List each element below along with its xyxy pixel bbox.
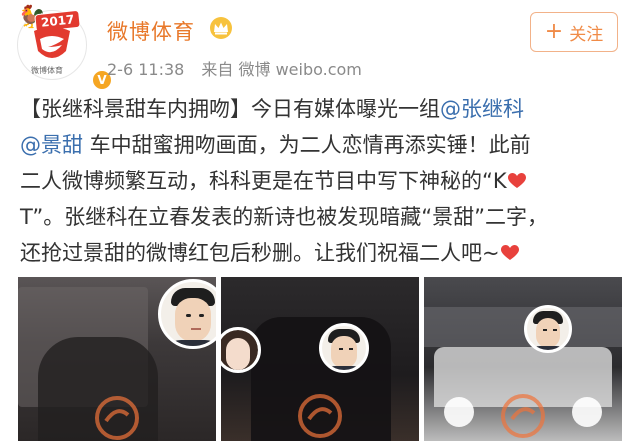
post-timestamp: 2-6 11:38 bbox=[107, 60, 185, 79]
weibo-watermark-icon bbox=[501, 394, 545, 438]
post-meta: 2-6 11:38 来自 微博 weibo.com bbox=[107, 56, 362, 80]
weibo-watermark-icon bbox=[95, 396, 139, 440]
post-line-1: 【张继科景甜车内拥吻】今日有媒体曝光一组 bbox=[20, 97, 440, 121]
post-header: 🐓 2017 微博体育 V 微博体育 2-6 11:38 来自 微博 weibo… bbox=[0, 0, 640, 91]
man-face-bubble bbox=[319, 323, 369, 373]
account-name[interactable]: 微博体育 bbox=[107, 16, 195, 46]
photo-thumbnail-3[interactable] bbox=[424, 277, 622, 441]
post-source: 来自 微博 weibo.com bbox=[201, 60, 362, 79]
man-face-bubble bbox=[524, 305, 572, 353]
photo-thumbnail-2[interactable] bbox=[221, 277, 419, 441]
account-avatar[interactable]: 🐓 2017 微博体育 V bbox=[17, 7, 113, 91]
man-face-bubble bbox=[158, 279, 216, 349]
avatar-caption: 微博体育 bbox=[31, 66, 63, 75]
post-text: 【张继科景甜车内拥吻】今日有媒体曝光一组@张继科 @景甜 车中甜蜜拥吻画面，为二… bbox=[20, 91, 628, 271]
crown-vip-icon bbox=[210, 17, 232, 39]
post-line-5: 还抢过景甜的微博红包后秒删。让我们祝福二人吧~ bbox=[20, 241, 500, 265]
follow-label: 关注 bbox=[569, 24, 604, 45]
mention-link[interactable]: @景甜 bbox=[20, 133, 83, 157]
post-line-4: T”。张继科在立春发表的新诗也被发现暗藏“景甜”二字， bbox=[20, 205, 549, 229]
weibo-sports-logo-icon bbox=[34, 27, 70, 58]
photo-grid bbox=[18, 277, 622, 441]
plus-icon: + bbox=[544, 19, 564, 44]
heart-emoji-icon bbox=[507, 173, 526, 188]
photo-thumbnail-1[interactable] bbox=[18, 277, 216, 441]
post-line-2: 车中甜蜜拥吻画面，为二人恋情再添实锤！此前 bbox=[83, 133, 531, 157]
weibo-watermark-icon bbox=[298, 394, 342, 438]
follow-button[interactable]: + 关注 bbox=[530, 12, 618, 52]
mention-link[interactable]: @张继科 bbox=[440, 97, 524, 121]
heart-emoji-icon bbox=[500, 245, 519, 260]
post-line-3: 二人微博频繁互动，科科更是在节目中写下神秘的“K bbox=[20, 169, 507, 193]
